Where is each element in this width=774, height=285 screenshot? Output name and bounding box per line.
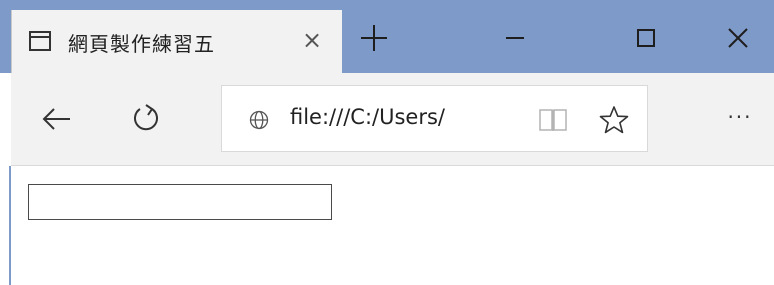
reading-view-button[interactable] bbox=[537, 106, 569, 134]
globe-icon bbox=[249, 110, 269, 130]
text-input[interactable] bbox=[28, 184, 332, 220]
close-icon bbox=[728, 28, 748, 48]
refresh-icon bbox=[134, 104, 158, 131]
tab-title: 網頁製作練習五 bbox=[68, 32, 215, 56]
book-icon bbox=[539, 109, 567, 131]
browser-window: 網頁製作練習五 × file:///C:/Users/ ··· bbox=[0, 0, 774, 285]
plus-icon bbox=[361, 25, 387, 51]
title-bar: 網頁製作練習五 × bbox=[0, 0, 774, 73]
arrow-left-icon bbox=[42, 108, 70, 130]
maximize-icon bbox=[637, 29, 655, 47]
new-tab-button[interactable] bbox=[352, 16, 396, 60]
close-window-button[interactable] bbox=[716, 16, 760, 60]
minimize-button[interactable] bbox=[493, 16, 537, 60]
page-content bbox=[11, 166, 774, 285]
browser-tab[interactable]: 網頁製作練習五 × bbox=[11, 10, 342, 73]
minimize-icon bbox=[506, 37, 524, 39]
star-icon bbox=[599, 106, 629, 134]
url-text[interactable]: file:///C:/Users/ bbox=[290, 105, 445, 129]
navigation-bar: file:///C:/Users/ ··· bbox=[11, 73, 774, 166]
favorite-button[interactable] bbox=[599, 105, 629, 135]
address-bar[interactable]: file:///C:/Users/ bbox=[221, 85, 648, 152]
maximize-button[interactable] bbox=[624, 16, 668, 60]
back-button[interactable] bbox=[39, 101, 75, 137]
more-icon[interactable]: ··· bbox=[720, 99, 760, 135]
refresh-button[interactable] bbox=[128, 101, 164, 137]
page-icon bbox=[29, 31, 51, 51]
tab-close-button[interactable]: × bbox=[295, 22, 329, 58]
